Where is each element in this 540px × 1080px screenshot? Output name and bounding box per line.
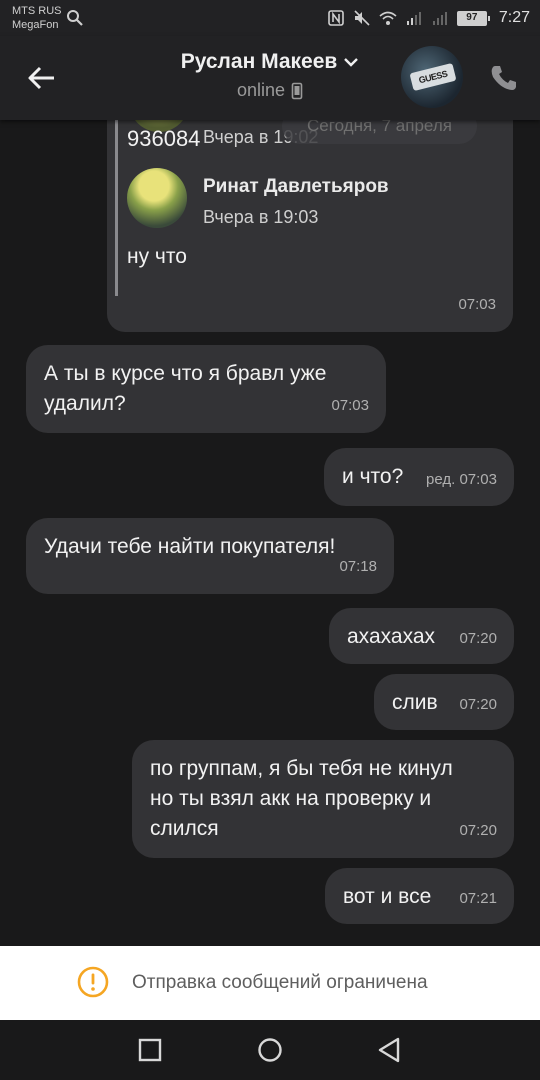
nfc-icon [328,10,344,26]
outgoing-message[interactable]: по группам, я бы тебя не кинул но ты взя… [132,740,514,858]
avatar [127,168,187,228]
forwarded-message[interactable]: Вчера в 19:02 936084 Сегодня, 7 апреля Р… [107,120,513,332]
restriction-notice: Отправка сообщений ограничена [0,946,540,1020]
contact-name: Руслан Макеев [180,50,338,73]
outgoing-message[interactable]: и что? ред. 07:03 [324,448,514,506]
message-text: 936084 [127,126,201,151]
message-time: 07:03 [331,397,369,414]
outgoing-message[interactable]: слив 07:20 [374,674,514,730]
message-time: 07:20 [459,696,497,713]
status-bar: MTS RUS MegaFon 97 7:27 [0,0,540,36]
avatar-logo: GUESS [409,62,457,92]
back-icon[interactable] [376,1036,404,1064]
forward-bar [115,120,118,296]
home-icon[interactable] [256,1036,284,1064]
chat-header: Руслан Макеев online GUESS [0,36,540,120]
call-icon[interactable] [488,62,520,94]
status-icons: 97 7:27 [327,8,530,28]
message-text: слился [150,817,219,840]
notice-text: Отправка сообщений ограничена [132,972,428,993]
carrier-info: MTS RUS MegaFon [12,4,62,32]
message-time: ред. 07:03 [426,471,497,488]
message-time: 07:03 [458,296,496,313]
message-time: 07:21 [459,890,497,907]
message-time: 07:20 [459,630,497,647]
avatar[interactable]: GUESS [401,46,463,108]
system-nav-bar [0,1020,540,1080]
carrier-2: MegaFon [12,19,59,31]
forward-sender-name: Ринат Давлетьяров [203,176,389,197]
message-text: А ты в курсе что я бравл уже [44,362,327,385]
chevron-down-icon [344,58,359,67]
signal-icon [406,12,421,25]
message-text: но ты взял акк на проверку и [150,787,432,810]
status-time: 7:27 [498,9,530,26]
message-text: ну что [127,245,187,268]
incoming-message[interactable]: А ты в курсе что я бравл уже удалил? 07:… [26,345,386,433]
presence-row: online [237,80,303,101]
contact-name-row[interactable]: Руслан Макеев [181,50,360,74]
phone-device-icon [291,82,303,99]
forward-time: Вчера в 19:03 [203,207,319,227]
search-icon [67,10,83,26]
message-text: Удачи тебе найти покупателя! [44,535,336,558]
mute-icon [354,10,370,26]
carrier-1: MTS RUS [12,5,62,17]
wifi-icon [379,11,397,25]
message-text: по группам, я бы тебя не кинул [150,757,453,780]
message-time: 07:18 [339,558,377,575]
recent-apps-icon[interactable] [136,1036,164,1064]
warning-icon [77,966,109,998]
battery-icon: 97 [456,10,490,26]
incoming-message[interactable]: Удачи тебе найти покупателя! 07:18 [26,518,394,594]
presence-status: online [236,80,286,100]
date-separator: Сегодня, 7 апреля [282,120,477,144]
signal-icon [432,12,447,25]
message-time: 07:20 [459,822,497,839]
message-text: удалил? [44,392,126,415]
message-list[interactable]: Вчера в 19:02 936084 Сегодня, 7 апреля Р… [0,120,540,946]
outgoing-message[interactable]: вот и все 07:21 [325,868,514,924]
outgoing-message[interactable]: ахахахах 07:20 [329,608,514,664]
